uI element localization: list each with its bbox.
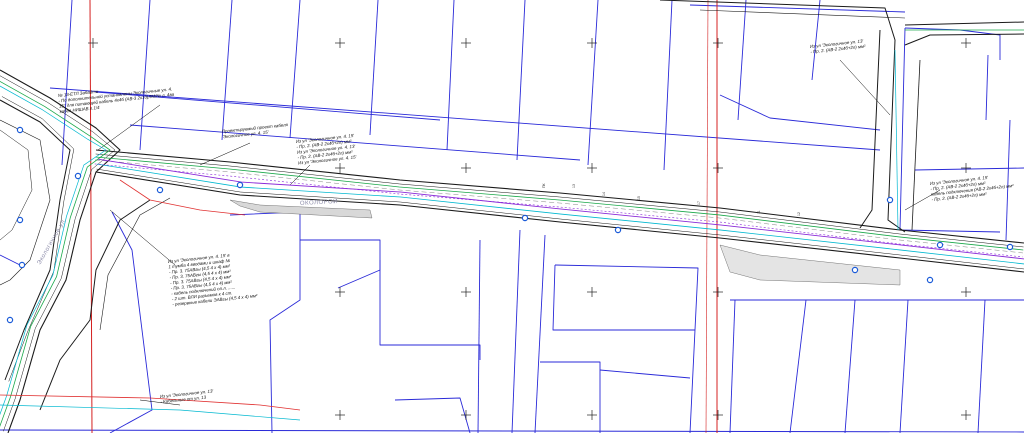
well-marker[interactable] — [6, 316, 14, 324]
station-tick-label: 15 — [637, 196, 641, 200]
well-marker[interactable] — [236, 181, 244, 189]
well-marker[interactable] — [851, 266, 859, 274]
map-viewport[interactable]: № 13-ЕТЛ Забайти- По дополнительной уста… — [0, 0, 1024, 433]
well-marker[interactable] — [886, 196, 894, 204]
well-marker[interactable] — [74, 172, 82, 180]
station-tick-label: 14 — [602, 192, 606, 196]
well-marker[interactable] — [18, 261, 26, 269]
well-marker[interactable] — [16, 126, 24, 134]
well-marker[interactable] — [16, 216, 24, 224]
well-marker[interactable] — [156, 186, 164, 194]
well-marker[interactable] — [521, 214, 529, 222]
well-marker[interactable] — [936, 241, 944, 249]
well-marker[interactable] — [1006, 243, 1014, 251]
station-tick-label: 12 — [797, 212, 801, 216]
well-marker[interactable] — [614, 226, 622, 234]
cad-drawing[interactable]: № 13-ЕТЛ Забайти- По дополнительной уста… — [0, 0, 1024, 433]
station-tick-label: 17 — [697, 201, 701, 205]
station-tick-label: 13 — [572, 184, 576, 188]
station-tick-label: 11 — [757, 210, 761, 214]
well-marker[interactable] — [926, 276, 934, 284]
